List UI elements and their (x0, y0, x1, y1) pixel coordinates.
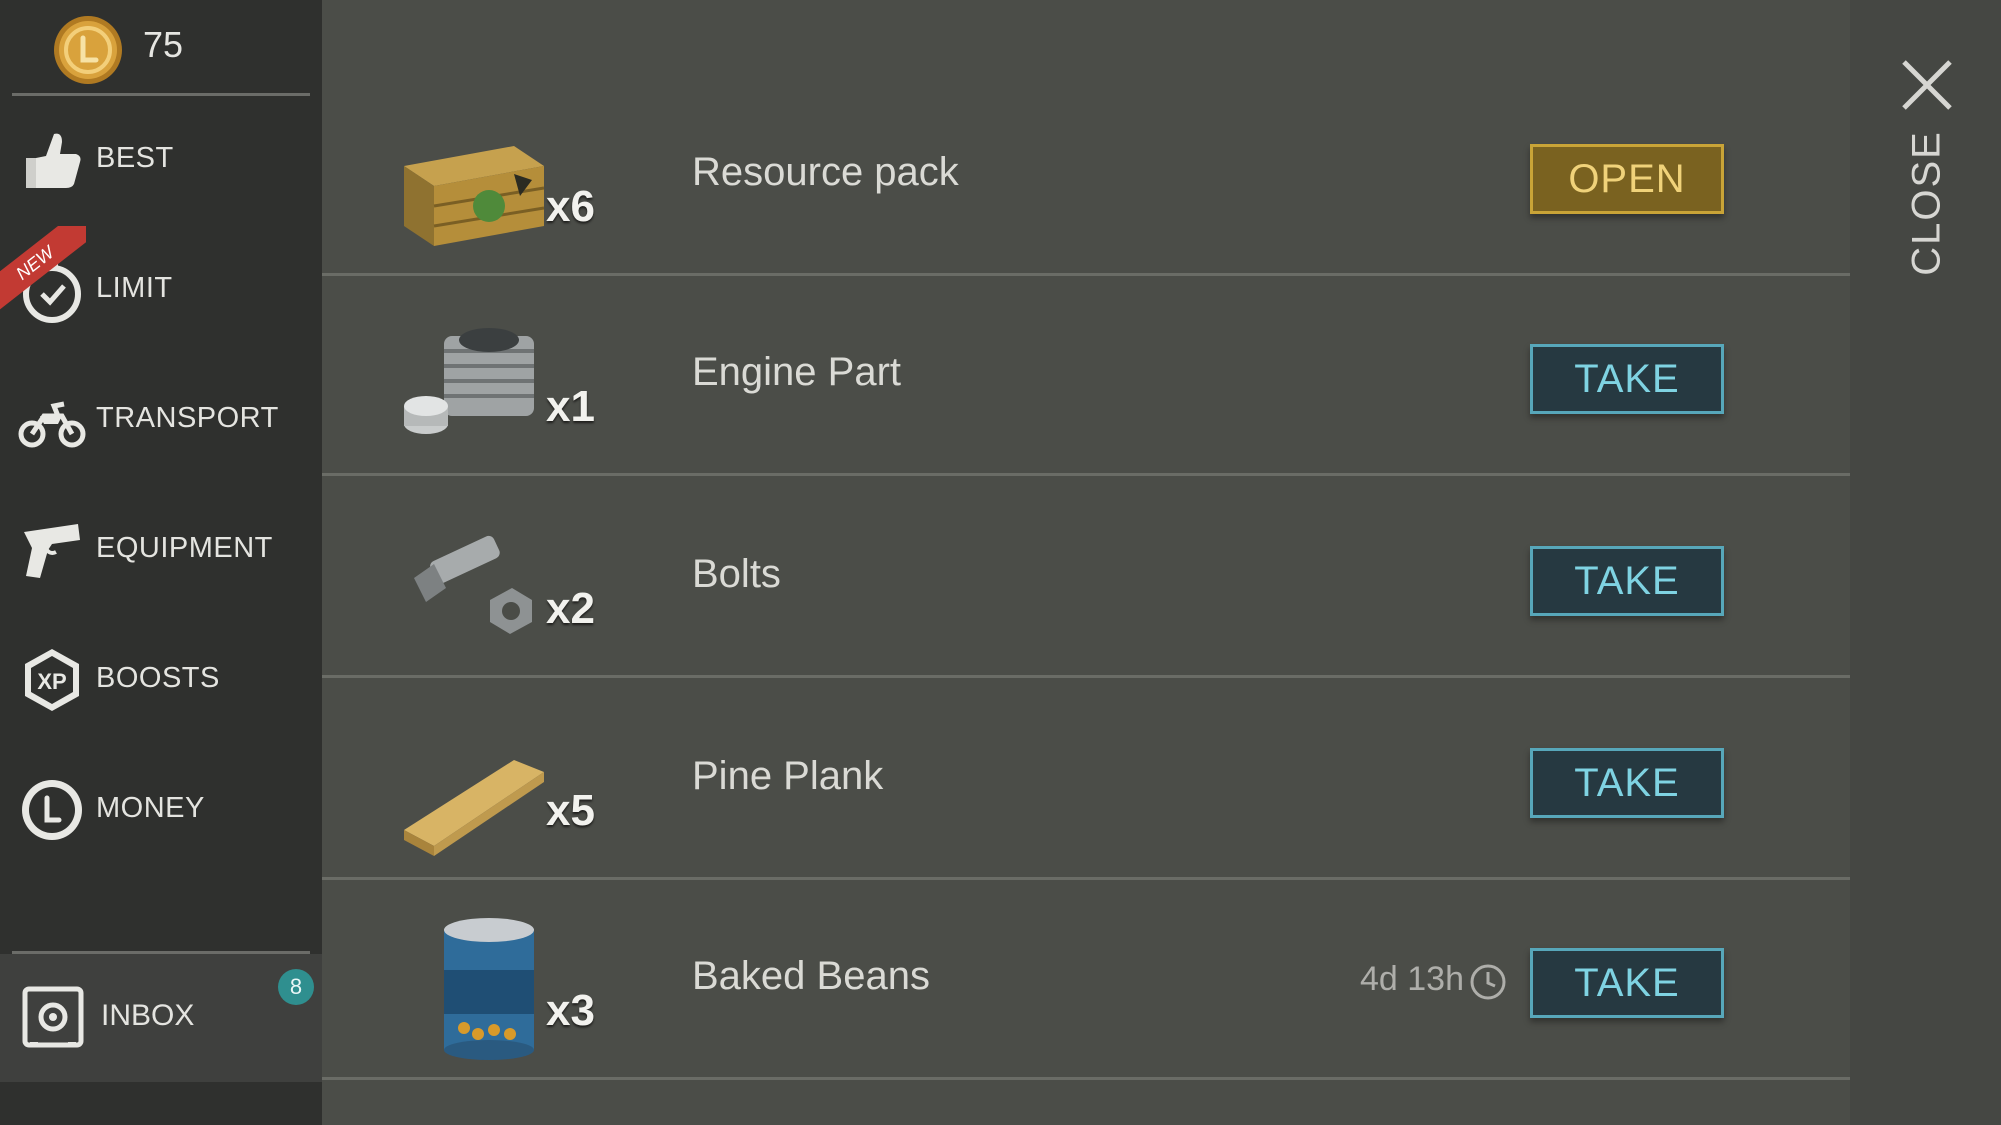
sidebar-item-label: LIMIT (96, 272, 173, 304)
item-quantity: x5 (546, 786, 595, 835)
timer-icon (23, 260, 81, 323)
expiry-timer: 4d 13h (1360, 960, 1464, 998)
sidebar-item-inbox[interactable]: INBOX 8 (0, 954, 322, 1082)
inbox-count-badge: 8 (278, 969, 314, 1005)
item-quantity: x6 (546, 182, 595, 231)
item-quantity: x2 (546, 584, 595, 633)
inbox-label: INBOX (101, 999, 195, 1032)
beans-can-icon (444, 918, 534, 1060)
sidebar-item-money[interactable]: MONEY (0, 754, 322, 864)
motorcycle-icon (18, 401, 86, 448)
list-item: x5 Pine Plank TAKE (322, 680, 1850, 880)
bolts-icon (414, 535, 532, 634)
row-divider (322, 675, 1850, 678)
sidebar-item-best[interactable]: BEST (0, 104, 322, 214)
row-divider (322, 473, 1850, 476)
list-item: x3 Baked Beans 4d 13h TAKE (322, 880, 1850, 1080)
take-button[interactable]: TAKE (1530, 948, 1724, 1018)
list-item: x2 Bolts TAKE (322, 478, 1850, 678)
take-button[interactable]: TAKE (1530, 546, 1724, 616)
engine-part-icon (404, 328, 534, 434)
safe-icon (22, 986, 84, 1048)
take-button[interactable]: TAKE (1530, 344, 1724, 414)
item-quantity: x3 (546, 986, 595, 1035)
sidebar-item-boosts[interactable]: XP BOOSTS (0, 624, 322, 734)
item-quantity: x1 (546, 382, 595, 431)
list-item: x1 Engine Part TAKE (322, 276, 1850, 476)
open-button[interactable]: OPEN (1530, 144, 1724, 214)
currency-display: 75 (0, 0, 322, 96)
coin-icon (54, 16, 122, 84)
plank-icon (404, 760, 544, 856)
sidebar-item-label: TRANSPORT (96, 402, 279, 434)
coin-icon (22, 780, 82, 840)
rewards-list: x6 Resource pack OPEN x1 Engine Part TAK… (322, 0, 1850, 1125)
item-name: Baked Beans (692, 954, 930, 998)
item-name: Engine Part (692, 350, 902, 394)
svg-text:XP: XP (37, 669, 66, 694)
sidebar-item-equipment[interactable]: EQUIPMENT (0, 494, 322, 604)
sidebar-item-label: BOOSTS (96, 662, 220, 694)
sidebar-item-transport[interactable]: TRANSPORT (0, 364, 322, 474)
item-name: Bolts (692, 552, 781, 596)
pistol-icon (24, 524, 80, 578)
close-icon[interactable] (1900, 58, 1954, 112)
sidebar: 75 BEST LIMIT NEW TRANSPORT EQUIPMENT XP… (0, 0, 322, 1125)
clock-icon (1470, 964, 1506, 1000)
sidebar-divider (12, 93, 310, 96)
close-button[interactable]: CLOSE (1905, 130, 1950, 276)
item-name: Pine Plank (692, 754, 884, 798)
take-button[interactable]: TAKE (1530, 748, 1724, 818)
coin-amount: 75 (143, 24, 184, 65)
item-name: Resource pack (692, 150, 959, 194)
list-item: x6 Resource pack OPEN (322, 76, 1850, 276)
row-divider (322, 1077, 1850, 1080)
thumbs-up-icon (26, 133, 81, 188)
crate-icon (404, 146, 545, 246)
sidebar-item-limit[interactable]: LIMIT (0, 234, 322, 344)
xp-hexagon-icon: XP (25, 649, 79, 711)
sidebar-item-label: BEST (96, 142, 174, 174)
sidebar-item-label: EQUIPMENT (96, 532, 273, 564)
sidebar-item-label: MONEY (96, 792, 205, 824)
